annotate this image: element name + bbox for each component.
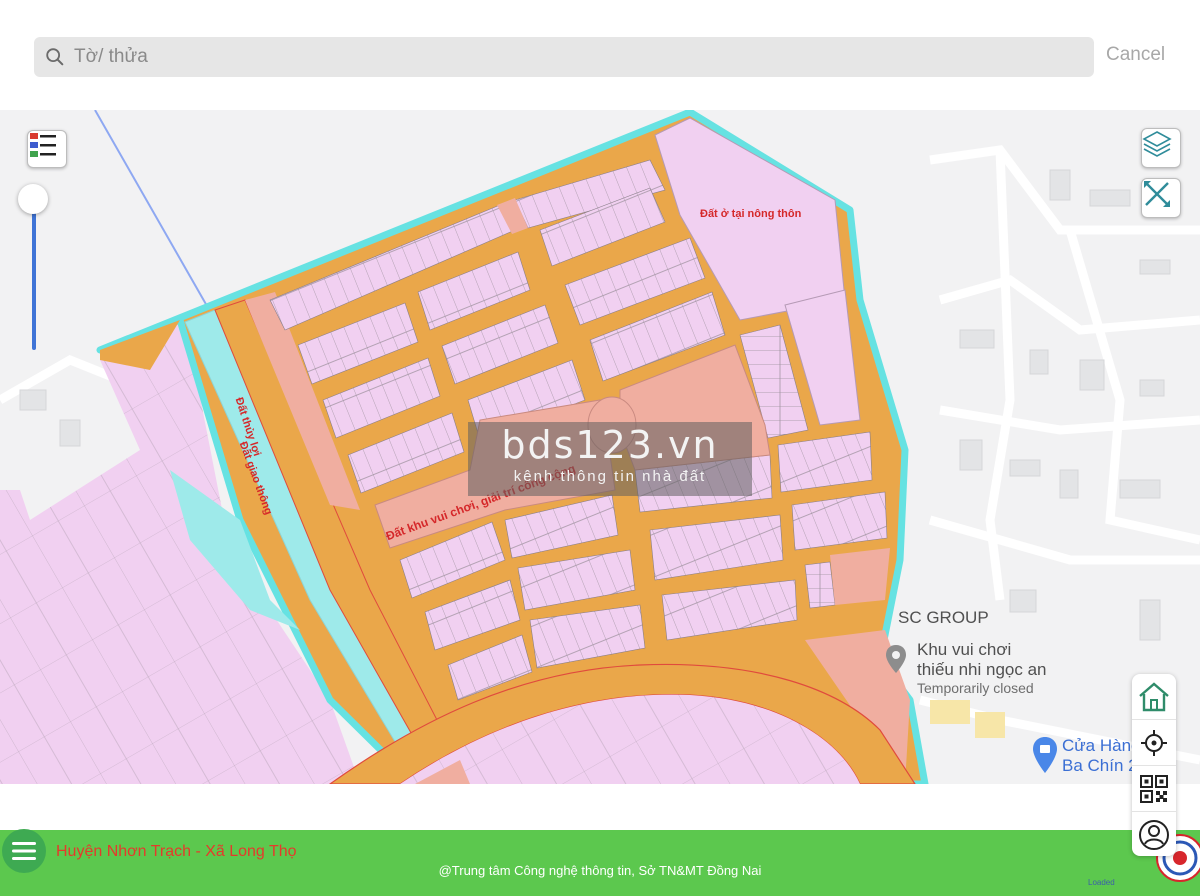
map-canvas[interactable]: Đất ở tại nông thôn Đất giao thông Đất t… xyxy=(0,110,1200,784)
measure-icon xyxy=(1144,181,1170,207)
search-icon xyxy=(46,48,64,66)
cancel-button[interactable]: Cancel xyxy=(1106,44,1165,66)
poi-status: Temporarily closed xyxy=(917,680,1034,696)
zoom-slider-handle[interactable] xyxy=(18,184,48,214)
user-icon xyxy=(1139,819,1169,850)
legend-button[interactable] xyxy=(27,130,67,168)
shopping-pin-icon xyxy=(1033,737,1057,773)
zoom-slider-track[interactable] xyxy=(32,200,36,350)
search-bar[interactable] xyxy=(34,37,1094,77)
home-icon xyxy=(1139,681,1169,711)
home-button[interactable] xyxy=(1132,674,1176,720)
layers-button[interactable] xyxy=(1141,128,1181,168)
watermark-tagline: kênh thông tin nhà đất xyxy=(513,468,707,485)
watermark: bds123.vn kênh thông tin nhà đất xyxy=(468,422,752,496)
search-input[interactable] xyxy=(72,45,1094,69)
poi-store[interactable]: Cửa Hàng Ba Chín 2 xyxy=(1062,736,1140,776)
farm-area-west xyxy=(0,450,140,784)
legend-icon xyxy=(30,133,56,157)
pin-icon xyxy=(886,645,906,673)
poi-group[interactable]: SC GROUP xyxy=(898,608,989,628)
menu-button[interactable] xyxy=(2,829,46,873)
qr-icon xyxy=(1140,774,1168,803)
locate-icon xyxy=(1141,729,1167,756)
label-rural-residential: Đất ở tại nông thôn xyxy=(700,208,802,220)
locate-button[interactable] xyxy=(1132,720,1176,766)
layers-icon xyxy=(1142,131,1172,157)
user-button[interactable] xyxy=(1132,812,1176,857)
qr-button[interactable] xyxy=(1132,766,1176,812)
hamburger-icon xyxy=(12,842,36,860)
area-name: Huyện Nhơn Trạch - Xã Long Thọ xyxy=(56,843,297,860)
measure-button[interactable] xyxy=(1141,178,1181,218)
watermark-brand: bds123.vn xyxy=(501,423,719,467)
base-yellow-blocks xyxy=(930,700,1005,738)
load-status: Loaded xyxy=(1088,878,1115,887)
poi-playground[interactable]: Khu vui chơi thiếu nhi ngọc an xyxy=(917,640,1047,680)
footer-credit: @Trung tâm Công nghệ thông tin, Sở TN&MT… xyxy=(438,863,762,878)
map-tools-panel xyxy=(1132,674,1176,856)
power-line xyxy=(94,110,216,321)
